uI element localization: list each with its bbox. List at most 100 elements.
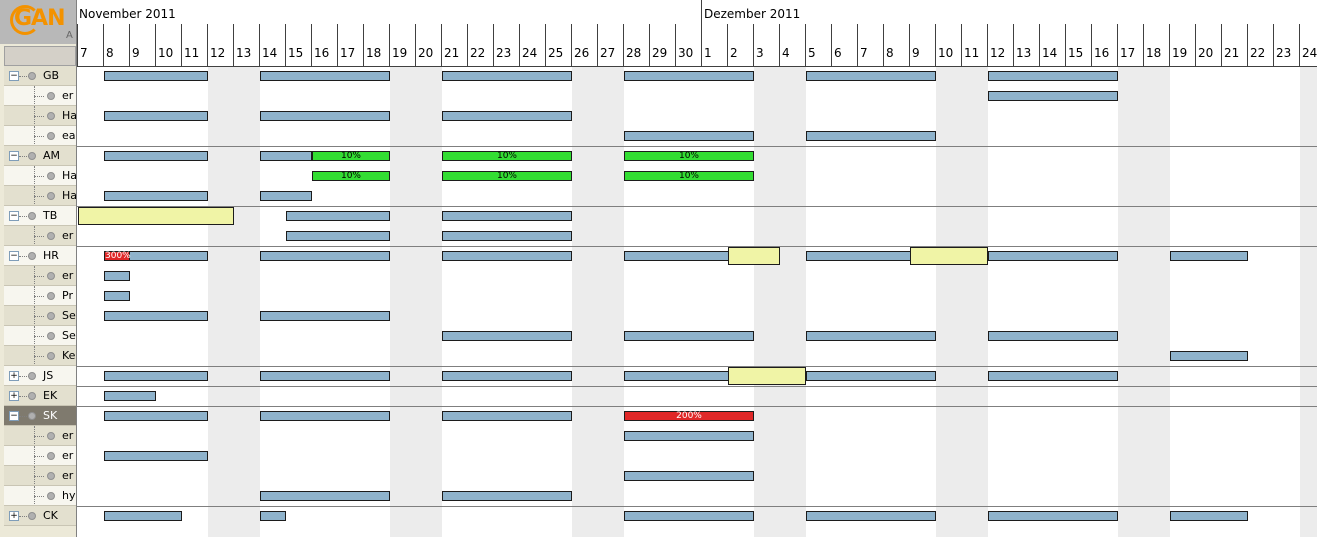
task-bar[interactable] xyxy=(1170,351,1248,361)
task-bar[interactable] xyxy=(624,471,754,481)
task-bar[interactable] xyxy=(442,211,572,221)
task-bar[interactable] xyxy=(442,251,572,261)
task-bar[interactable] xyxy=(988,71,1118,81)
task-bar[interactable] xyxy=(286,211,390,221)
tree-group-row[interactable]: + EK xyxy=(4,386,76,406)
task-bar[interactable] xyxy=(260,71,390,81)
resource-status-icon xyxy=(28,252,36,260)
task-bar[interactable] xyxy=(104,311,208,321)
task-bar[interactable] xyxy=(806,331,936,341)
task-bar[interactable] xyxy=(624,511,754,521)
tree-group-row[interactable]: − SK xyxy=(4,406,76,426)
progress-bar[interactable]: 10% xyxy=(442,171,572,181)
tree-child-row[interactable]: Ha xyxy=(4,166,76,186)
task-bar[interactable] xyxy=(104,511,182,521)
progress-bar[interactable]: 10% xyxy=(312,151,390,161)
overload-bar[interactable]: 200% xyxy=(624,411,754,421)
task-bar[interactable] xyxy=(260,251,390,261)
tree-child-row[interactable]: er xyxy=(4,86,76,106)
task-bar[interactable] xyxy=(442,491,572,501)
tree-child-row[interactable]: er xyxy=(4,466,76,486)
task-bar[interactable] xyxy=(988,251,1118,261)
task-bar[interactable] xyxy=(442,371,572,381)
task-bar[interactable] xyxy=(260,511,286,521)
task-bar[interactable] xyxy=(1170,511,1248,521)
overlap-marker[interactable] xyxy=(78,207,234,225)
task-bar[interactable] xyxy=(260,191,312,201)
task-bar[interactable] xyxy=(806,131,936,141)
progress-bar[interactable]: 10% xyxy=(624,151,754,161)
tree-group-row[interactable]: − AM xyxy=(4,146,76,166)
task-bar[interactable] xyxy=(104,391,156,401)
task-bar[interactable] xyxy=(260,111,390,121)
collapse-icon[interactable]: − xyxy=(9,411,19,421)
expand-icon[interactable]: + xyxy=(9,511,19,521)
task-bar[interactable] xyxy=(624,431,754,441)
task-bar[interactable] xyxy=(624,71,754,81)
task-bar[interactable] xyxy=(1170,251,1248,261)
task-bar[interactable] xyxy=(104,371,208,381)
tree-group-row[interactable]: − HR xyxy=(4,246,76,266)
task-bar[interactable] xyxy=(442,331,572,341)
weekend-column xyxy=(390,66,416,537)
task-bar[interactable] xyxy=(806,371,936,381)
day-label: 7 xyxy=(857,24,883,66)
task-bar[interactable] xyxy=(286,231,390,241)
task-bar[interactable] xyxy=(104,71,208,81)
task-bar[interactable] xyxy=(260,311,390,321)
month-label: November 2011 xyxy=(79,7,176,21)
task-bar[interactable] xyxy=(104,271,130,281)
progress-bar[interactable]: 10% xyxy=(442,151,572,161)
task-bar[interactable] xyxy=(442,71,572,81)
task-bar[interactable] xyxy=(806,511,936,521)
overlap-marker[interactable] xyxy=(910,247,988,265)
collapse-icon[interactable]: − xyxy=(9,211,19,221)
task-bar[interactable] xyxy=(104,111,208,121)
progress-bar[interactable]: 10% xyxy=(624,171,754,181)
task-bar[interactable] xyxy=(260,411,390,421)
tree-child-row[interactable]: Se xyxy=(4,326,76,346)
task-bar[interactable] xyxy=(624,331,754,341)
overlap-marker[interactable] xyxy=(728,247,780,265)
task-bar[interactable] xyxy=(104,411,208,421)
collapse-icon[interactable]: − xyxy=(9,71,19,81)
expand-icon[interactable]: + xyxy=(9,391,19,401)
task-bar[interactable] xyxy=(442,231,572,241)
task-bar[interactable] xyxy=(104,191,208,201)
overload-bar[interactable]: 300% xyxy=(104,251,131,261)
tree-child-row[interactable]: ea xyxy=(4,126,76,146)
tree-child-row[interactable]: er xyxy=(4,426,76,446)
task-bar[interactable] xyxy=(988,331,1118,341)
task-bar[interactable] xyxy=(260,371,390,381)
tree-group-row[interactable]: − TB xyxy=(4,206,76,226)
task-bar[interactable] xyxy=(988,371,1118,381)
task-bar[interactable] xyxy=(104,291,130,301)
task-bar[interactable] xyxy=(260,151,312,161)
task-bar[interactable] xyxy=(988,511,1118,521)
tree-group-row[interactable]: + CK xyxy=(4,506,76,526)
task-bar[interactable] xyxy=(988,91,1118,101)
tree-child-row[interactable]: Ha xyxy=(4,106,76,126)
tree-child-row[interactable]: hy xyxy=(4,486,76,506)
collapse-icon[interactable]: − xyxy=(9,151,19,161)
task-bar[interactable] xyxy=(104,451,208,461)
overlap-marker[interactable] xyxy=(728,367,806,385)
task-bar[interactable] xyxy=(104,151,208,161)
tree-child-row[interactable]: er xyxy=(4,446,76,466)
tree-child-row[interactable]: er xyxy=(4,266,76,286)
progress-bar[interactable]: 10% xyxy=(312,171,390,181)
tree-child-row[interactable]: er xyxy=(4,226,76,246)
tree-child-row[interactable]: Ke xyxy=(4,346,76,366)
task-bar[interactable] xyxy=(806,71,936,81)
expand-icon[interactable]: + xyxy=(9,371,19,381)
tree-child-row[interactable]: Pr xyxy=(4,286,76,306)
task-bar[interactable] xyxy=(624,131,754,141)
tree-child-row[interactable]: Se xyxy=(4,306,76,326)
task-bar[interactable] xyxy=(442,411,572,421)
tree-group-row[interactable]: + JS xyxy=(4,366,76,386)
tree-child-row[interactable]: Ha xyxy=(4,186,76,206)
task-bar[interactable] xyxy=(442,111,572,121)
task-bar[interactable] xyxy=(260,491,390,501)
collapse-icon[interactable]: − xyxy=(9,251,19,261)
tree-group-row[interactable]: − GB xyxy=(4,66,76,86)
